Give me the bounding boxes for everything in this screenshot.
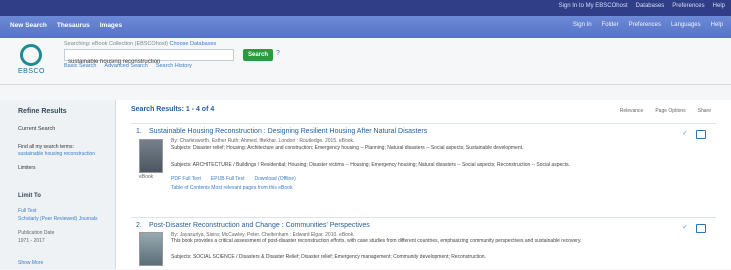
nav-languages[interactable]: Languages: [671, 22, 701, 28]
nav-help[interactable]: Help: [711, 22, 723, 28]
result-subjects-extended: Subjects: ARCHITECTURE / Buildings / Res…: [171, 162, 571, 168]
add-to-folder-icon[interactable]: ✓: [682, 223, 688, 231]
result-description: This book provides a critical assessment…: [171, 238, 582, 244]
result-subjects: Subjects: SOCIAL SCIENCE / Disasters & D…: [171, 254, 486, 260]
nav-signin[interactable]: Sign In: [573, 22, 592, 28]
search-box: [64, 49, 234, 68]
result-more-links[interactable]: Table of Contents Most relevant pages fr…: [171, 185, 292, 191]
result-item: 1. Sustainable Housing Reconstruction : …: [131, 123, 716, 212]
page-options[interactable]: Page Options: [655, 108, 685, 114]
basic-search-link[interactable]: Basic Search: [64, 63, 96, 69]
pubdate-range[interactable]: 1971 - 2017: [18, 238, 45, 244]
result-links: PDF Full Text EPUB Full Text Download (O…: [171, 176, 296, 182]
full-text-checkbox[interactable]: Full Text: [18, 208, 37, 214]
folder-icon[interactable]: [696, 130, 706, 139]
scholarly-checkbox[interactable]: Scholarly (Peer Reviewed) Journals: [18, 216, 97, 222]
search-button[interactable]: Search: [243, 49, 273, 61]
sort-relevance[interactable]: Relevance: [620, 108, 644, 114]
add-to-folder-icon[interactable]: ✓: [682, 129, 688, 137]
topbar-link-preferences[interactable]: Preferences: [672, 3, 704, 9]
nav-thesaurus[interactable]: Thesaurus: [57, 22, 90, 29]
ebsco-logo-icon: [20, 44, 42, 66]
result-number: 1.: [136, 128, 142, 135]
searching-label: Searching: eBook Collection (EBSCOhost) …: [64, 41, 216, 47]
nav-new-search[interactable]: New Search: [10, 22, 47, 29]
find-label: Find all my search terms:: [18, 144, 74, 150]
nav-images[interactable]: Images: [100, 22, 122, 29]
folder-icon[interactable]: [696, 224, 706, 233]
choose-databases-link[interactable]: Choose Databases: [169, 41, 216, 47]
results-title: Search Results: 1 - 4 of 4: [131, 106, 215, 113]
results-main: Search Results: 1 - 4 of 4 Relevance Pag…: [116, 100, 731, 269]
result-subjects: Subjects: Disaster relief; Housing; Arch…: [171, 145, 524, 151]
top-bar: Sign In to My EBSCOhost Databases Prefer…: [0, 0, 731, 16]
nav-left: New Search Thesaurus Images: [10, 22, 122, 29]
topbar-link-help[interactable]: Help: [713, 3, 725, 9]
search-history-link[interactable]: Search History: [156, 63, 192, 69]
nav-folder[interactable]: Folder: [602, 22, 619, 28]
logo-text: EBSCO: [18, 68, 46, 75]
book-cover-image[interactable]: [139, 139, 163, 173]
pubdate-label: Publication Date: [18, 230, 55, 236]
result-number: 2.: [136, 222, 142, 229]
find-value-link[interactable]: sustainable housing reconstruction: [18, 151, 108, 157]
limit-to-label: Limit To: [18, 193, 41, 199]
advanced-search-link[interactable]: Advanced Search: [104, 63, 147, 69]
pdf-full-text-link[interactable]: PDF Full Text: [171, 176, 201, 182]
ebook-label: eBook: [139, 174, 154, 180]
share-button[interactable]: Share: [698, 108, 711, 114]
current-search-label: Current Search: [18, 126, 56, 132]
result-byline: By: Charlesworth, Esther Ruth; Ahmed, If…: [171, 138, 355, 144]
refine-sidebar: Refine Results Current Search Find all m…: [0, 100, 116, 269]
nav-bar: New Search Thesaurus Images Sign In Fold…: [0, 16, 731, 38]
help-icon[interactable]: ?: [276, 50, 280, 57]
results-options: Relevance Page Options Share: [620, 108, 711, 114]
result-title-link[interactable]: Sustainable Housing Reconstruction : Des…: [149, 128, 427, 135]
refine-results-title: Refine Results: [18, 108, 67, 115]
result-title-link[interactable]: Post-Disaster Reconstruction and Change …: [149, 222, 370, 229]
epub-full-text-link[interactable]: EPUB Full Text: [211, 176, 245, 182]
nav-preferences[interactable]: Preferences: [629, 22, 661, 28]
download-offline-link[interactable]: Download (Offline): [254, 176, 295, 182]
searching-prefix: Searching: eBook Collection (EBSCOhost): [64, 41, 168, 47]
book-cover-image[interactable]: [139, 232, 163, 266]
topbar-link-databases[interactable]: Databases: [636, 3, 665, 9]
topbar-link-signin[interactable]: Sign In to My EBSCOhost: [559, 3, 628, 9]
limiters-label: Limiters: [18, 165, 36, 171]
topbar-links: Sign In to My EBSCOhost Databases Prefer…: [559, 3, 725, 9]
nav-right: Sign In Folder Preferences Languages Hel…: [573, 22, 723, 28]
search-sublinks: Basic Search Advanced Search Search Hist…: [64, 63, 192, 69]
show-more-link[interactable]: Show More: [18, 260, 43, 266]
result-item: 2. Post-Disaster Reconstruction and Chan…: [131, 217, 716, 270]
